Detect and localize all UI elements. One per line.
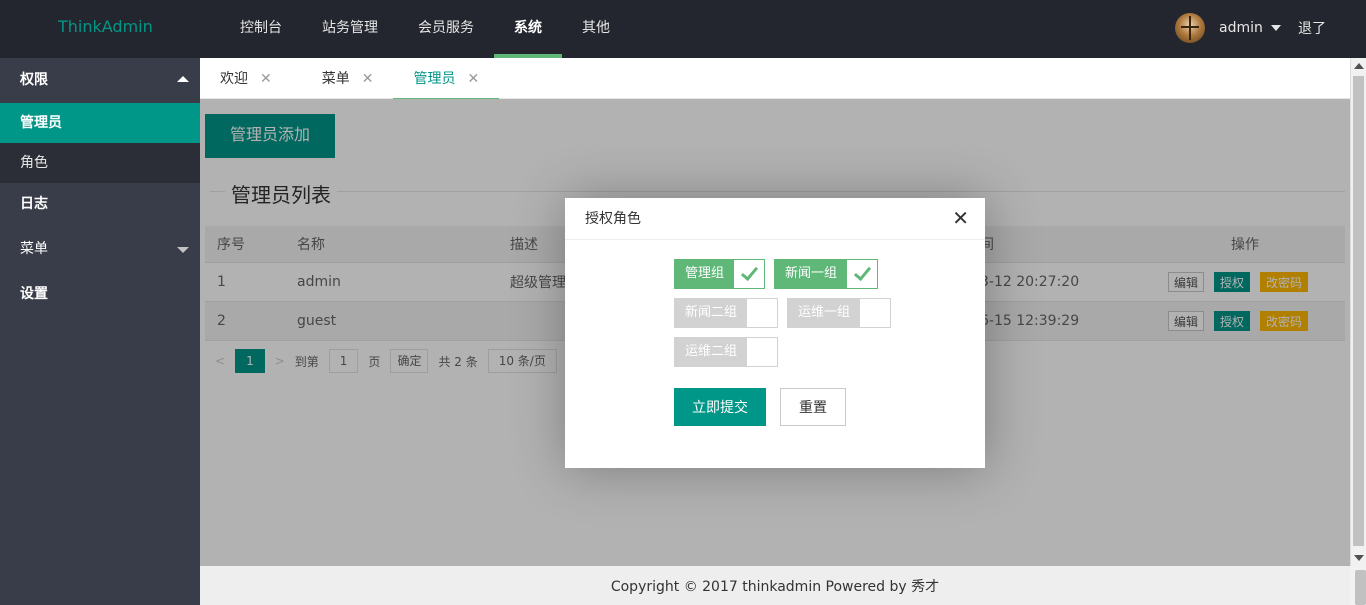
logout-link[interactable]: 退了 xyxy=(1298,18,1326,38)
nav-site-management[interactable]: 站务管理 xyxy=(302,0,398,58)
role-row: 运维二组 xyxy=(674,337,787,367)
tab-bar: 欢迎 ✕ 菜单 ✕ 管理员 ✕ xyxy=(200,58,1350,100)
nav-other[interactable]: 其他 xyxy=(562,0,630,58)
username[interactable]: admin xyxy=(1219,20,1263,36)
checkbox-box xyxy=(860,299,891,327)
scroll-thumb-outer[interactable] xyxy=(1355,570,1366,605)
tab-label: 菜单 xyxy=(321,70,350,87)
close-icon[interactable]: ✕ xyxy=(952,208,969,228)
caret-up-icon xyxy=(177,76,189,82)
scroll-down-icon[interactable] xyxy=(1354,555,1364,561)
close-icon[interactable]: ✕ xyxy=(362,59,374,99)
checkbox-label: 新闻一组 xyxy=(775,260,848,288)
sidebar-item-settings[interactable]: 设置 xyxy=(0,273,200,315)
reset-button[interactable]: 重置 xyxy=(780,388,846,426)
vertical-scrollbar[interactable] xyxy=(1350,58,1366,566)
top-header: ThinkAdmin 控制台 站务管理 会员服务 系统 其他 admin 退了 xyxy=(0,0,1366,58)
dialog-title: 授权角色 xyxy=(565,198,985,240)
sidebar-item-log[interactable]: 日志 xyxy=(0,183,200,225)
checkbox-label: 运维一组 xyxy=(788,299,861,327)
logo[interactable]: ThinkAdmin xyxy=(58,17,153,36)
authorize-role-dialog: 授权角色 ✕ 管理组 新闻一组 新闻二组 运维一组 运维二组 立即提交 重置 xyxy=(565,198,985,468)
sidebar: 权限 管理员 角色 日志 菜单 设置 xyxy=(0,58,200,605)
tab-label: 欢迎 xyxy=(220,70,248,87)
checkbox-label: 运维二组 xyxy=(675,338,748,366)
scroll-thumb[interactable] xyxy=(1353,76,1364,546)
sidebar-menu-label: 菜单 xyxy=(20,241,48,257)
role-checkbox-news-group-1[interactable]: 新闻一组 xyxy=(774,259,879,289)
caret-down-icon[interactable] xyxy=(1270,25,1281,31)
close-icon[interactable]: ✕ xyxy=(260,59,272,99)
scroll-up-icon[interactable] xyxy=(1354,63,1364,69)
role-checkbox-news-group-2[interactable]: 新闻二组 xyxy=(674,298,779,328)
nav-member-service[interactable]: 会员服务 xyxy=(398,0,494,58)
checkbox-box xyxy=(747,299,778,327)
nav-system[interactable]: 系统 xyxy=(494,0,562,58)
footer: Copyright © 2017 thinkadmin Powered by 秀… xyxy=(200,566,1350,605)
sidebar-item-role[interactable]: 角色 xyxy=(0,143,200,183)
user-menu[interactable]: admin xyxy=(1175,13,1281,43)
checkbox-box xyxy=(747,338,778,366)
check-icon xyxy=(847,260,878,288)
check-icon xyxy=(734,260,765,288)
sidebar-item-menu[interactable]: 菜单 xyxy=(0,225,200,273)
tab-admin[interactable]: 管理员 ✕ xyxy=(393,58,499,100)
avatar[interactable] xyxy=(1175,13,1205,43)
checkbox-label: 新闻二组 xyxy=(675,299,748,327)
submit-button[interactable]: 立即提交 xyxy=(674,388,766,426)
role-checkbox-admin-group[interactable]: 管理组 xyxy=(674,259,766,289)
sidebar-group-permissions[interactable]: 权限 xyxy=(0,58,200,103)
caret-down-icon xyxy=(177,247,189,253)
sidebar-item-admin[interactable]: 管理员 xyxy=(0,103,200,143)
top-nav: 控制台 站务管理 会员服务 系统 其他 xyxy=(220,0,630,58)
sidebar-group-label: 权限 xyxy=(20,72,48,88)
role-row: 管理组 新闻一组 xyxy=(674,259,887,289)
role-checkbox-ops-group-2[interactable]: 运维二组 xyxy=(674,337,779,367)
checkbox-label: 管理组 xyxy=(675,260,735,288)
role-row: 新闻二组 运维一组 xyxy=(674,298,900,328)
nav-dashboard[interactable]: 控制台 xyxy=(220,0,302,58)
tab-welcome[interactable]: 欢迎 ✕ xyxy=(200,58,292,99)
tab-menu[interactable]: 菜单 ✕ xyxy=(292,58,394,99)
role-checkbox-ops-group-1[interactable]: 运维一组 xyxy=(787,298,892,328)
tab-label: 管理员 xyxy=(413,70,456,87)
close-icon[interactable]: ✕ xyxy=(467,59,479,99)
